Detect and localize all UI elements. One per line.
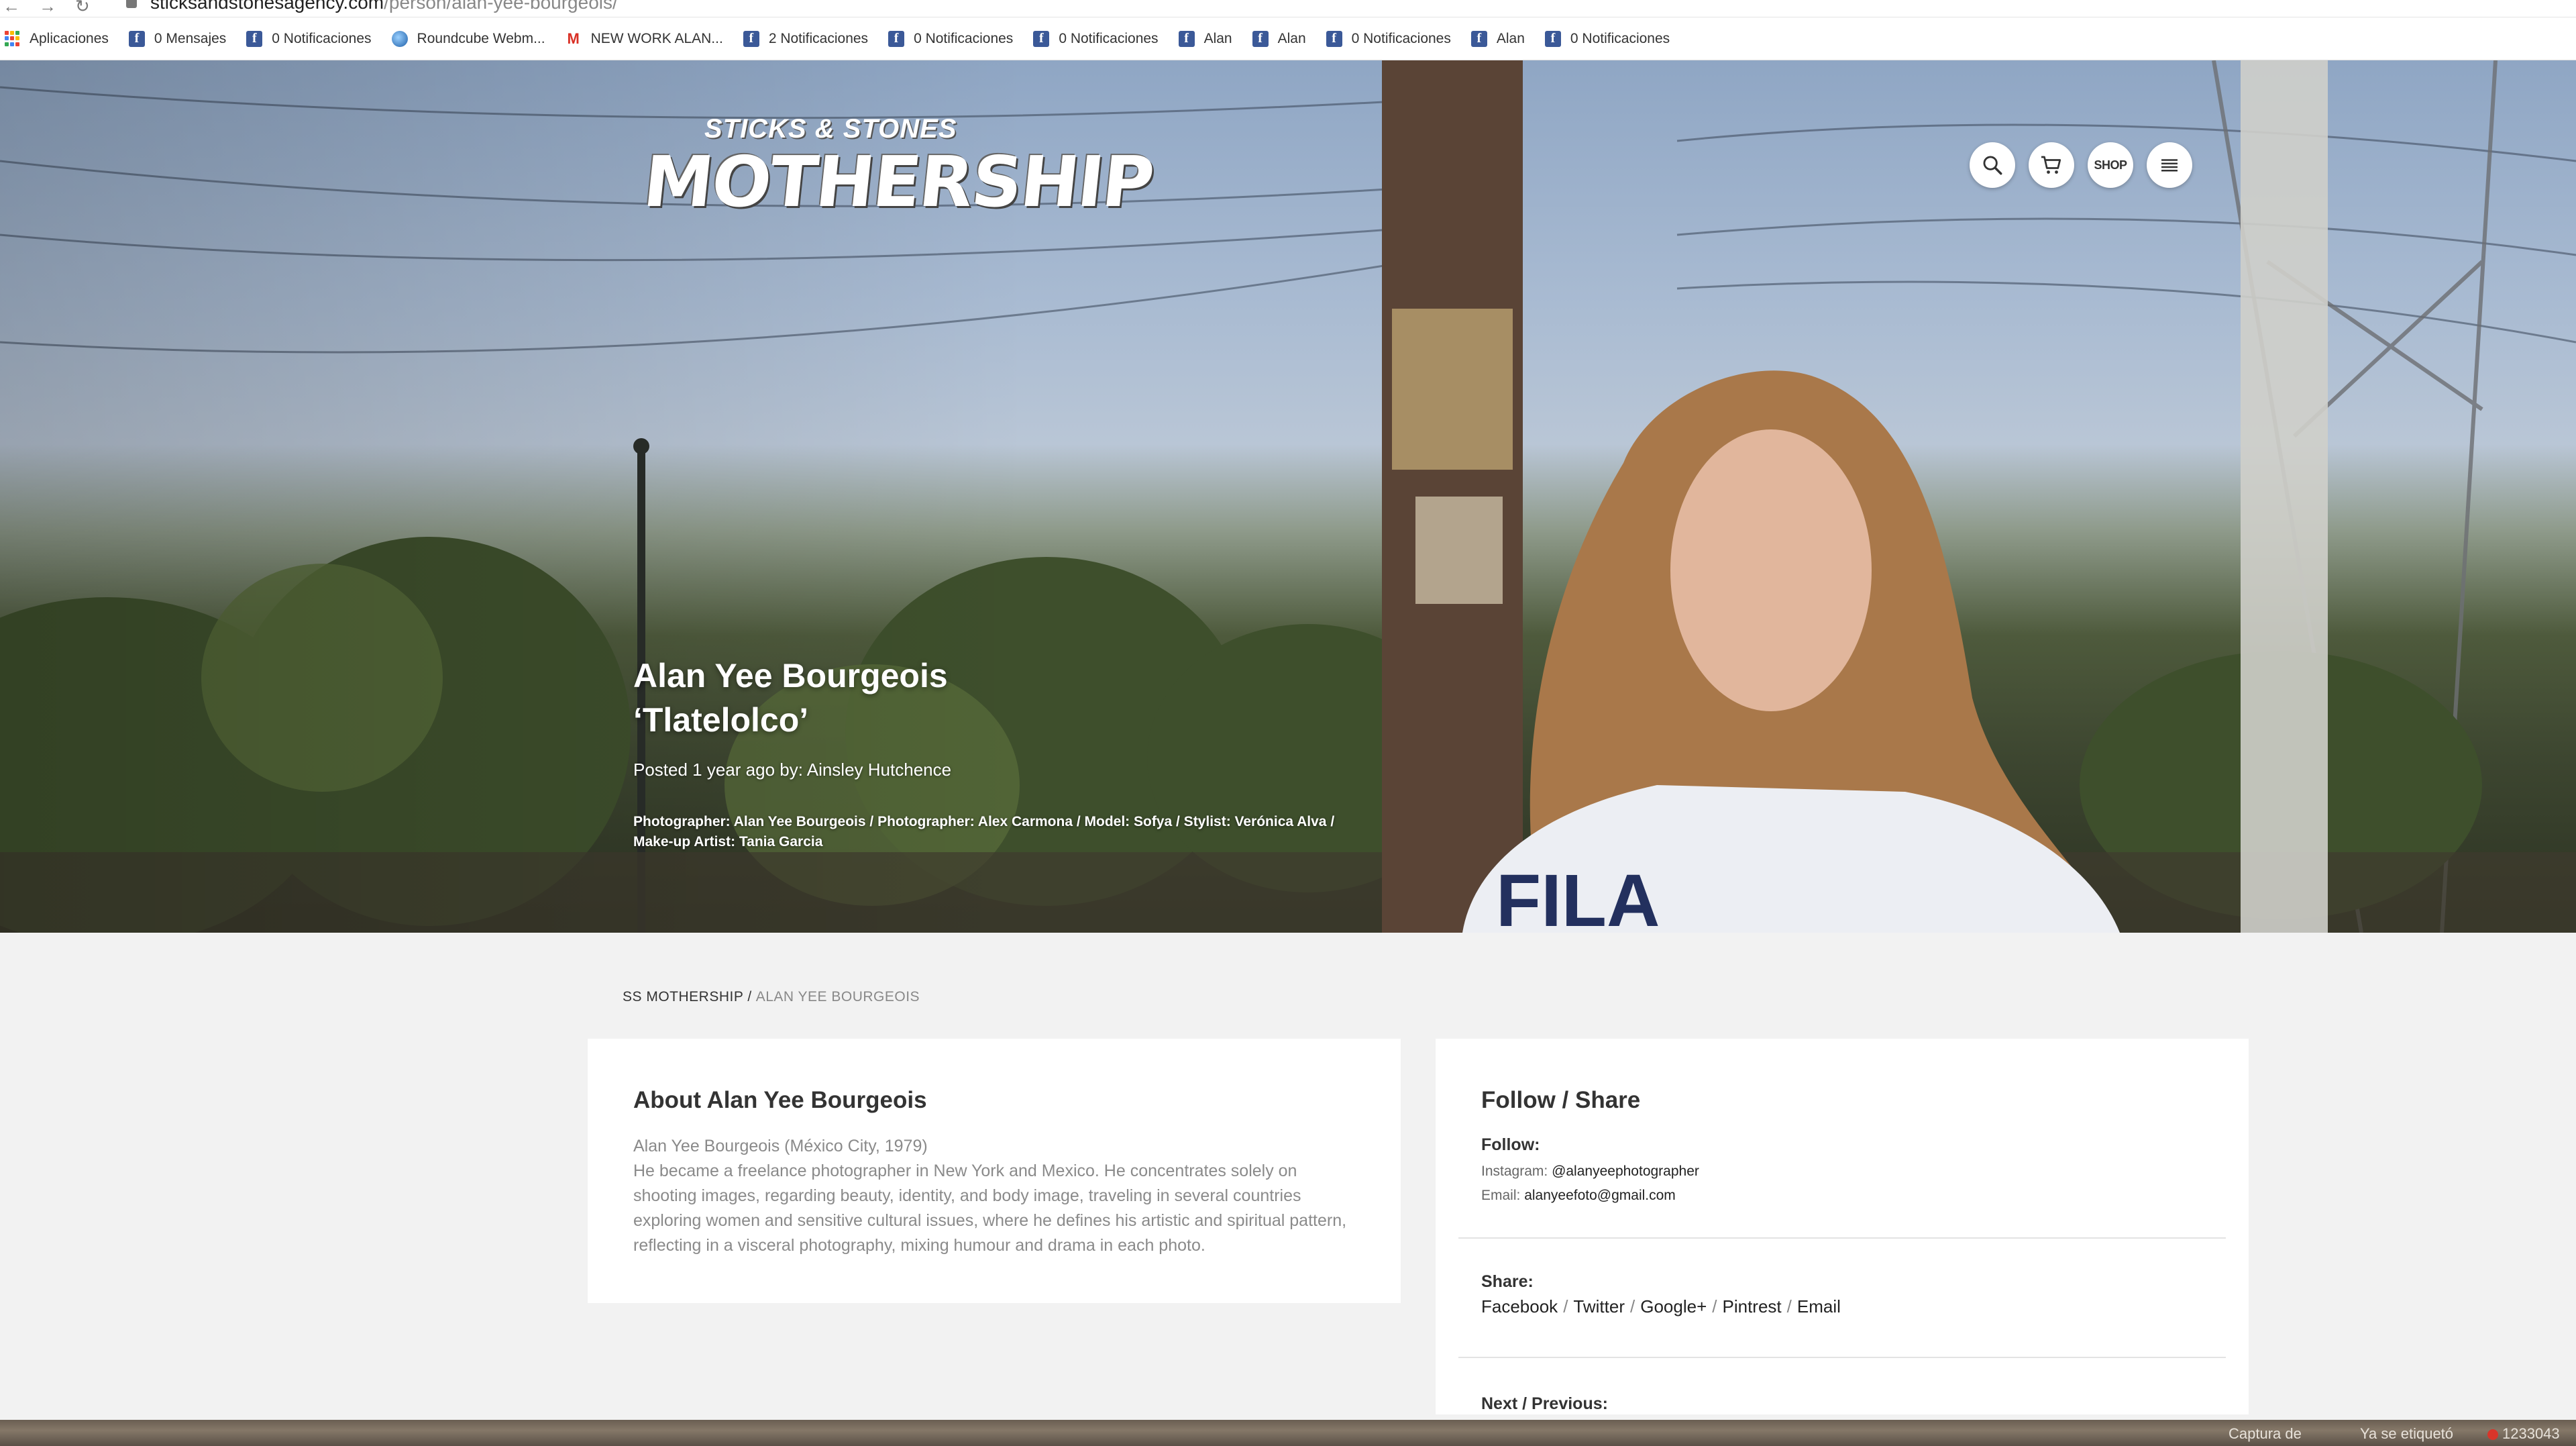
facebook-icon: f bbox=[128, 30, 145, 47]
browser-nav-icons[interactable]: ←→↻ bbox=[3, 0, 109, 17]
lock-icon bbox=[126, 0, 137, 8]
bookmark-item[interactable]: f2 Notificaciones bbox=[743, 30, 868, 47]
divider bbox=[1458, 1357, 2226, 1358]
share-googleplus-link[interactable]: Google+ bbox=[1640, 1296, 1707, 1316]
roundcube-icon bbox=[391, 30, 408, 47]
email-row: Email: alanyeefoto@gmail.com bbox=[1481, 1188, 1676, 1203]
bookmarks-bar: Aplicaciones f0 Mensajes f0 Notificacion… bbox=[0, 17, 2576, 60]
follow-label: Follow: bbox=[1481, 1135, 1540, 1154]
share-email-link[interactable]: Email bbox=[1797, 1296, 1841, 1316]
about-heading: About Alan Yee Bourgeois bbox=[633, 1087, 927, 1113]
bookmark-item[interactable]: M NEW WORK ALAN... bbox=[566, 30, 722, 47]
facebook-icon: f bbox=[1178, 30, 1195, 47]
facebook-icon: f bbox=[1544, 30, 1561, 47]
menu-button[interactable] bbox=[2147, 142, 2192, 188]
bookmark-item[interactable]: f Alan bbox=[1470, 30, 1525, 47]
instagram-link[interactable]: @alanyeephotographer bbox=[1552, 1164, 1699, 1179]
facebook-icon: f bbox=[1326, 30, 1342, 47]
share-label: Share: bbox=[1481, 1272, 1534, 1291]
bookmark-item[interactable]: f Alan bbox=[1178, 30, 1232, 47]
article-posted-by: Posted 1 year ago by: Ainsley Hutchence bbox=[633, 760, 952, 780]
instagram-row: Instagram: @alanyeephotographer bbox=[1481, 1164, 1699, 1179]
dock-tag-label[interactable]: Ya se etiquetó bbox=[2360, 1425, 2453, 1443]
follow-share-heading: Follow / Share bbox=[1481, 1087, 1641, 1113]
breadcrumb-home-link[interactable]: SS MOTHERSHIP bbox=[623, 989, 743, 1004]
bookmark-item[interactable]: f0 Mensajes bbox=[128, 30, 226, 47]
header-actions: SHOP bbox=[1970, 142, 2192, 188]
cart-button[interactable] bbox=[2029, 142, 2074, 188]
site-logo[interactable]: STICKS & STONES MOTHERSHIP bbox=[640, 114, 1157, 235]
search-icon bbox=[1983, 156, 2002, 175]
hamburger-menu-icon bbox=[2161, 159, 2178, 172]
facebook-icon: f bbox=[1252, 30, 1269, 47]
share-pintrest-link[interactable]: Pintrest bbox=[1723, 1296, 1782, 1316]
bookmark-item[interactable]: f0 Notificaciones bbox=[888, 30, 1013, 47]
facebook-icon: f bbox=[1033, 30, 1050, 47]
hero-banner: FILA STICKS & STONES MOTHERSHIP SHOP Ala… bbox=[0, 60, 2576, 933]
breadcrumb-current: ALAN YEE BOURGEOIS bbox=[755, 989, 920, 1004]
bookmark-item[interactable]: f Alan bbox=[1252, 30, 1306, 47]
breadcrumb: SS MOTHERSHIP / ALAN YEE BOURGEOIS bbox=[623, 989, 920, 1004]
follow-share-card: Follow / Share Follow: Instagram: @alany… bbox=[1436, 1039, 2249, 1414]
divider bbox=[1458, 1237, 2226, 1239]
article-title: Alan Yee Bourgeois ‘Tlatelolco’ bbox=[633, 657, 948, 739]
cart-icon bbox=[2041, 156, 2061, 174]
desktop-dock-strip: Captura de Ya se etiquetó 1233043 bbox=[0, 1420, 2576, 1446]
share-facebook-link[interactable]: Facebook bbox=[1481, 1296, 1558, 1316]
bookmark-item[interactable]: f0 Notificaciones bbox=[246, 30, 372, 47]
apps-grid-icon bbox=[4, 30, 20, 47]
article-credits: Photographer: Alan Yee Bourgeois / Photo… bbox=[633, 814, 1335, 849]
notification-dot-icon bbox=[2487, 1429, 2498, 1440]
facebook-icon: f bbox=[743, 30, 759, 47]
share-twitter-link[interactable]: Twitter bbox=[1573, 1296, 1625, 1316]
about-bio: Alan Yee Bourgeois (México City, 1979) H… bbox=[633, 1137, 1347, 1255]
next-previous-label: Next / Previous: bbox=[1481, 1394, 1608, 1413]
bookmark-item[interactable]: f0 Notificaciones bbox=[1033, 30, 1159, 47]
about-card: About Alan Yee Bourgeois Alan Yee Bourge… bbox=[588, 1039, 1401, 1303]
facebook-icon: f bbox=[888, 30, 905, 47]
url-text[interactable]: sticksandstonesagency.com/person/alan-ye… bbox=[150, 0, 618, 13]
bookmark-item[interactable]: f0 Notificaciones bbox=[1326, 30, 1451, 47]
dock-badge: 1233043 bbox=[2487, 1425, 2560, 1443]
bookmark-aplicaciones[interactable]: Aplicaciones bbox=[4, 31, 109, 47]
browser-url-bar[interactable]: ←→↻ sticksandstonesagency.com/person/ala… bbox=[0, 0, 2576, 17]
search-button[interactable] bbox=[1970, 142, 2015, 188]
bookmark-item[interactable]: Roundcube Webm... bbox=[391, 30, 545, 47]
facebook-icon: f bbox=[1470, 30, 1487, 47]
email-link[interactable]: alanyeefoto@gmail.com bbox=[1524, 1188, 1676, 1203]
shop-button[interactable]: SHOP bbox=[2088, 142, 2133, 188]
facebook-icon: f bbox=[246, 30, 263, 47]
dock-screenshot-label[interactable]: Captura de bbox=[2229, 1425, 2302, 1443]
share-links: Facebook / Twitter / Google+ / Pintrest / Email bbox=[1481, 1296, 1841, 1316]
gmail-icon: M bbox=[567, 30, 580, 47]
bookmark-item[interactable]: f0 Notificaciones bbox=[1544, 30, 1670, 47]
